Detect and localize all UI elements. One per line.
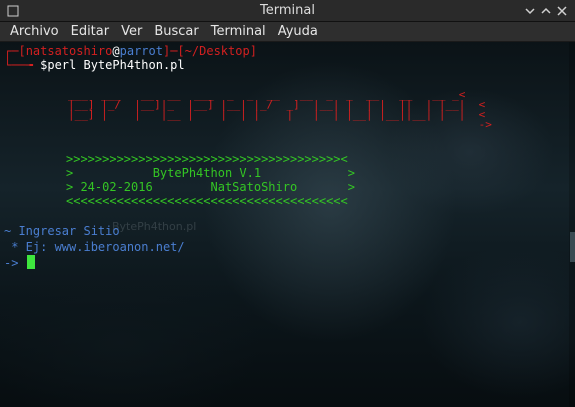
prompt-separator: ]─[ (162, 44, 185, 58)
prompt-path: ~/Desktop (184, 44, 250, 58)
info-box-date-author: > 24-02-2016 NatSatoShiro > (66, 180, 355, 194)
command-text: perl BytePh4thon.pl (47, 58, 185, 72)
scrollbar[interactable] (569, 42, 575, 407)
window-titlebar[interactable]: Terminal (0, 0, 575, 22)
prompt-at: @ (112, 44, 120, 58)
prompt-line: ┌─[natsatoshiro@parrot]─[~/Desktop] (4, 44, 257, 58)
maximize-icon[interactable] (539, 4, 553, 18)
minimize-icon[interactable] (523, 4, 537, 18)
info-box-title: > BytePh4thon V.1 > (66, 166, 355, 180)
window-title: Terminal (260, 3, 315, 18)
input-example: * Ej: www.iberoanon.net/ (4, 240, 185, 254)
prompt-line2-prefix: └──╼ (4, 58, 41, 72)
terminal-area[interactable]: ┌─[natsatoshiro@parrot]─[~/Desktop] └──╼… (0, 42, 575, 407)
menu-ayuda[interactable]: Ayuda (272, 24, 324, 39)
menu-editar[interactable]: Editar (65, 24, 116, 39)
terminal-cursor[interactable] (27, 255, 35, 269)
ascii-banner-row-4: -> (68, 118, 492, 131)
info-box-top-border: >>>>>>>>>>>>>>>>>>>>>>>>>>>>>>>>>>>>>>< (66, 152, 348, 166)
menu-terminal[interactable]: Terminal (205, 24, 272, 39)
watermark-text: BytePh4thon.pl (112, 220, 197, 233)
scrollbar-thumb[interactable] (570, 232, 575, 262)
menubar: Archivo Editar Ver Buscar Terminal Ayuda (0, 22, 575, 42)
window-menu-icon[interactable] (6, 4, 20, 18)
menu-ver[interactable]: Ver (115, 24, 148, 39)
prompt-line-2: └──╼ $perl BytePh4thon.pl (4, 58, 185, 72)
close-icon[interactable] (555, 4, 569, 18)
prompt-bracket-close: ] (249, 44, 257, 58)
prompt-host: parrot (119, 44, 163, 58)
menu-buscar[interactable]: Buscar (148, 24, 204, 39)
menu-archivo[interactable]: Archivo (4, 24, 65, 39)
prompt-bracket-open: ┌─[ (4, 44, 26, 58)
info-box-bottom-border: <<<<<<<<<<<<<<<<<<<<<<<<<<<<<<<<<<<<<<< (66, 194, 348, 208)
input-heading: ~ Ingresar Sitio (4, 224, 120, 238)
prompt-user: natsatoshiro (25, 44, 113, 58)
input-prompt-arrow: -> (4, 256, 26, 270)
